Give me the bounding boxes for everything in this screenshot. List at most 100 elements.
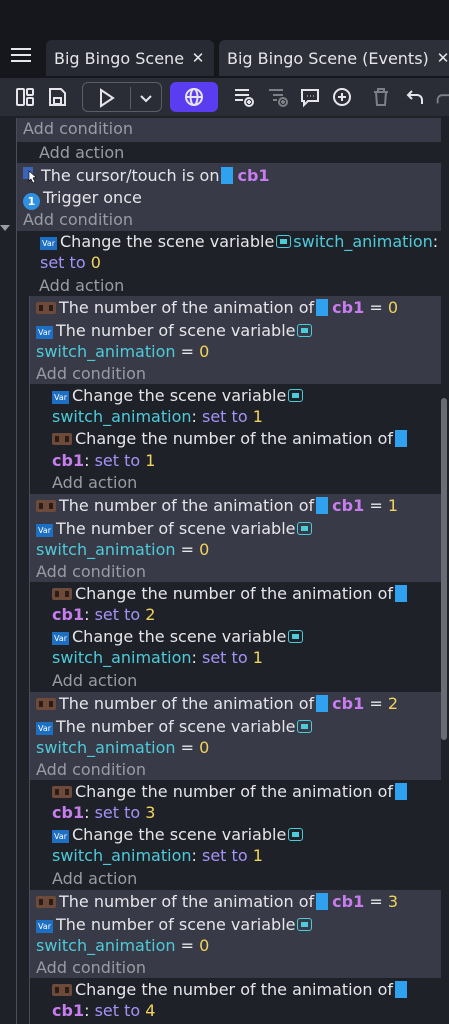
condition-text: The cursor/touch is on: [41, 166, 220, 185]
animation-icon: [52, 433, 72, 445]
add-condition-link[interactable]: Add condition: [23, 209, 133, 230]
value: 2: [387, 694, 399, 713]
set-to-label: set to: [94, 605, 141, 624]
scrollbar-thumb[interactable]: [441, 398, 447, 740]
set-to-label: set to: [94, 803, 141, 822]
condition-anim-number[interactable]: The number of the animation of cb1 = 2: [36, 693, 398, 714]
scene-variable-icon: [297, 720, 313, 733]
collapse-arrow-icon[interactable]: [0, 225, 10, 231]
variable-name: switch_animation: [52, 846, 192, 865]
animation-icon: [36, 896, 56, 908]
action-change-scene-var[interactable]: Var Change the scene variable: [52, 385, 305, 406]
add-action-link[interactable]: Add action: [52, 868, 137, 889]
object-name: cb1: [52, 1001, 85, 1020]
condition-scene-var[interactable]: Var The number of scene variable: [36, 716, 314, 737]
action-change-anim[interactable]: Change the number of the animation of: [52, 428, 411, 449]
variable-name: switch_animation: [52, 407, 192, 426]
scene-variable-icon: [288, 389, 304, 402]
object-icon: [316, 299, 329, 316]
variable-icon: Var: [36, 524, 53, 537]
action-text: Change the scene variable: [72, 825, 287, 844]
undo-icon[interactable]: [402, 82, 428, 112]
value: 0: [90, 253, 101, 272]
save-icon[interactable]: [44, 82, 70, 112]
action-change-scene-var[interactable]: Var Change the scene variable: [52, 824, 305, 845]
colon: :: [191, 407, 197, 426]
operator: =: [369, 892, 388, 911]
add-condition-label: Add condition: [36, 364, 147, 383]
add-event-icon[interactable]: [230, 82, 258, 112]
redo-icon[interactable]: [434, 82, 449, 112]
action-set-value: cb1: set to 1: [52, 450, 155, 471]
colon: :: [84, 803, 90, 822]
object-icon: [316, 497, 329, 514]
action-change-anim[interactable]: Change the number of the animation of: [52, 979, 411, 1000]
add-condition-link[interactable]: Add condition: [36, 957, 146, 978]
trash-icon[interactable]: [368, 82, 394, 112]
value: 3: [145, 803, 156, 822]
globe-icon[interactable]: [170, 82, 218, 112]
condition-anim-number[interactable]: The number of the animation of cb1 = 3: [36, 891, 398, 912]
add-action-link[interactable]: Add action: [52, 472, 137, 493]
value: 1: [387, 496, 399, 515]
condition-anim-number[interactable]: The number of the animation of cb1 = 1: [36, 495, 398, 516]
object-name: cb1: [52, 803, 85, 822]
condition-trigger-once[interactable]: 1 Trigger once: [23, 187, 142, 210]
value: 0: [199, 342, 210, 361]
add-action-label: Add action: [52, 869, 138, 888]
action-change-scene-var[interactable]: Var Change the scene variable switch_anima…: [40, 231, 438, 252]
hamburger-menu-icon[interactable]: [8, 44, 34, 70]
condition-anim-number[interactable]: The number of the animation of cb1 = 0: [36, 297, 398, 318]
variable-name: switch_animation: [293, 232, 433, 251]
action-change-anim[interactable]: Change the number of the animation of: [52, 583, 411, 604]
add-condition-link[interactable]: Add condition: [36, 363, 146, 384]
close-icon[interactable]: ✕: [190, 49, 206, 67]
variable-icon: Var: [52, 830, 69, 843]
add-subevent-icon[interactable]: [264, 82, 292, 112]
tab-scene[interactable]: Big Bingo Scene ✕: [46, 40, 214, 76]
variable-icon: Var: [40, 237, 57, 250]
play-icon[interactable]: [95, 87, 117, 113]
value: 1: [252, 407, 263, 426]
animation-icon: [52, 588, 72, 600]
add-action-link[interactable]: Add action: [39, 275, 124, 296]
add-action-link[interactable]: Add action: [52, 670, 137, 691]
variable-name: switch_animation: [36, 738, 176, 757]
add-action-label: Add action: [52, 671, 138, 690]
animation-icon: [36, 500, 56, 512]
action-change-anim[interactable]: Change the number of the animation of: [52, 781, 411, 802]
condition-scene-var[interactable]: Var The number of scene variable: [36, 518, 314, 539]
variable-icon: Var: [36, 722, 53, 735]
add-plus-icon[interactable]: [328, 82, 356, 112]
close-icon[interactable]: ✕: [435, 49, 449, 67]
action-change-scene-var[interactable]: Var Change the scene variable: [52, 626, 305, 647]
action-text: Change the scene variable: [72, 627, 287, 646]
animation-icon: [36, 302, 56, 314]
add-condition-link[interactable]: Add condition: [36, 759, 146, 780]
tab-label: Big Bingo Scene: [54, 48, 185, 68]
variable-icon: Var: [52, 391, 69, 404]
panels-icon[interactable]: [12, 82, 38, 112]
operator: =: [369, 298, 388, 317]
tab-events[interactable]: Big Bingo Scene (Events) ✕: [219, 40, 449, 76]
action-set-value: switch_animation: set to 1: [52, 845, 263, 866]
add-action-link[interactable]: Add action: [39, 142, 124, 163]
events-sheet: Add condition Add action The cursor/touc…: [0, 118, 449, 1024]
value: 1: [252, 846, 263, 865]
scene-variable-icon: [288, 630, 304, 643]
add-condition-link[interactable]: Add condition: [23, 119, 133, 138]
chevron-down-icon[interactable]: [136, 88, 156, 112]
condition-scene-var[interactable]: Var The number of scene variable: [36, 914, 314, 935]
add-condition-link[interactable]: Add condition: [36, 561, 146, 582]
action-text: Change the number of the animation of: [75, 584, 394, 603]
add-action-label: Add action: [39, 276, 125, 295]
condition-var-value: switch_animation = 0: [36, 341, 209, 362]
condition-cursor-on[interactable]: The cursor/touch is on cb1: [23, 165, 270, 188]
add-comment-icon[interactable]: [296, 82, 324, 112]
cursor-icon: [23, 167, 39, 188]
object-name: cb1: [52, 451, 85, 470]
condition-scene-var[interactable]: Var The number of scene variable: [36, 320, 314, 341]
operator: =: [180, 738, 200, 757]
action-text: Change the scene variable: [60, 232, 275, 251]
value: 0: [387, 298, 399, 317]
